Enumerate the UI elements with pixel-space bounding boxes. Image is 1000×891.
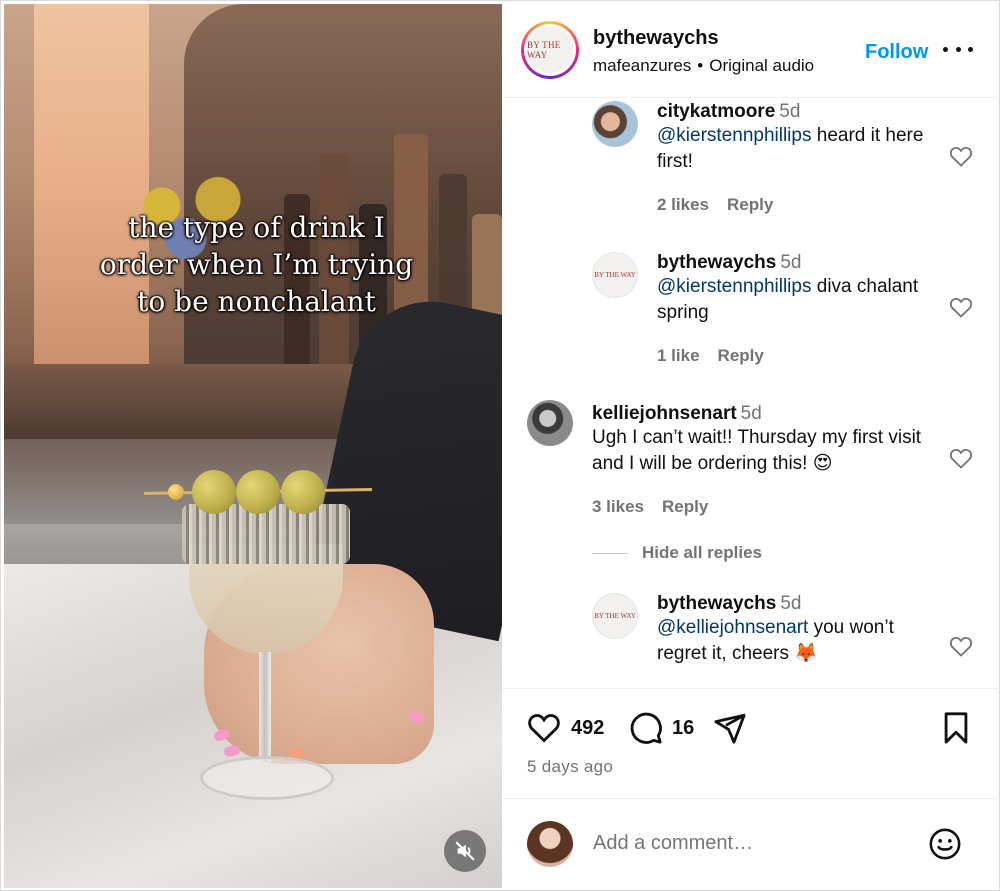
post-video[interactable]: the type of drink I order when I’m tryin… (4, 4, 502, 888)
commenter-avatar[interactable] (592, 101, 638, 147)
cocktail-glass-stem (259, 652, 271, 762)
heart-icon[interactable] (949, 145, 973, 167)
post-timestamp[interactable]: 5 days ago (527, 757, 613, 777)
comment-count[interactable]: 16 (672, 717, 694, 740)
more-icon (955, 46, 961, 52)
author-username[interactable]: bythewaychs (593, 27, 719, 50)
olive (192, 470, 236, 514)
comment-likes[interactable]: 2 likes (657, 195, 709, 214)
comment-icon[interactable] (629, 711, 663, 745)
hide-replies-label: Hide all replies (642, 543, 762, 562)
commenter-avatar[interactable] (527, 400, 573, 446)
comments-list[interactable]: citykatmoore 5d @kierstennphillips heard … (503, 98, 1000, 688)
author-avatar[interactable]: BY THE WAY (521, 21, 579, 79)
heart-icon[interactable] (527, 711, 561, 743)
video-overlay-caption: the type of drink I order when I’m tryin… (99, 211, 414, 318)
comment-input[interactable] (593, 832, 893, 855)
comment-likes[interactable]: 3 likes (592, 497, 644, 516)
comment-time: 5d (780, 593, 802, 614)
current-user-avatar (527, 821, 573, 867)
brand-logo: BY THE WAY (527, 27, 573, 73)
mute-button[interactable] (444, 830, 486, 872)
comment-username[interactable]: citykatmoore (657, 101, 775, 122)
comment-username[interactable]: bythewaychs (657, 252, 776, 273)
comment-mention[interactable]: @kelliejohnsenart (657, 617, 808, 638)
comment-time: 5d (780, 252, 802, 273)
post-header: BY THE WAY bythewaychs mafeanzures • Origi… (503, 1, 1000, 98)
like-count[interactable]: 492 (571, 717, 604, 740)
comment-time: 5d (740, 403, 762, 424)
audio-label[interactable]: Original audio (709, 56, 814, 75)
more-icon (943, 46, 948, 52)
brand-logo: BY THE WAY (594, 612, 636, 620)
comment-username[interactable]: kelliejohnsenart (592, 403, 737, 424)
brand-logo: BY THE WAY (594, 271, 636, 279)
reply-button[interactable]: Reply (718, 346, 764, 365)
commenter-avatar[interactable]: BY THE WAY (592, 593, 638, 639)
hide-replies-button[interactable]: Hide all replies (592, 543, 762, 563)
audio-author[interactable]: mafeanzures (593, 56, 691, 75)
heart-icon[interactable] (949, 296, 973, 318)
olive (281, 470, 325, 514)
mute-icon (455, 841, 475, 861)
reply-button[interactable]: Reply (662, 497, 708, 516)
reply-button[interactable]: Reply (727, 195, 773, 214)
comment-text: Ugh I can’t wait!! Thursday my first vis… (592, 427, 922, 474)
heart-icon[interactable] (949, 635, 973, 657)
more-options-button[interactable] (943, 37, 973, 61)
heart-icon[interactable] (949, 447, 973, 469)
nail (289, 748, 305, 758)
cocktail-pick-ball (168, 484, 184, 500)
post-dialog: the type of drink I order when I’m tryin… (0, 0, 1000, 891)
post-actions: 492 16 5 days ago (503, 688, 1000, 798)
cocktail-glass-foot (200, 756, 334, 800)
audio-separator: • (697, 56, 704, 75)
emoji-icon[interactable] (928, 827, 962, 861)
olive (236, 470, 280, 514)
add-comment-bar (503, 798, 1000, 891)
follow-button[interactable]: Follow (865, 41, 928, 64)
comment-likes[interactable]: 1 like (657, 346, 700, 365)
audio-info: mafeanzures • Original audio (593, 56, 814, 76)
replies-divider (592, 552, 628, 554)
bookmark-icon[interactable] (941, 711, 971, 745)
comment-mention[interactable]: @kierstennphillips (657, 276, 811, 297)
comment-mention[interactable]: @kierstennphillips (657, 125, 811, 146)
more-icon (968, 46, 973, 52)
share-icon[interactable] (713, 711, 747, 745)
comment-time: 5d (779, 101, 801, 122)
post-side-panel: BY THE WAY bythewaychs mafeanzures • Origi… (503, 1, 1000, 891)
commenter-avatar[interactable]: BY THE WAY (592, 252, 638, 298)
comment-username[interactable]: bythewaychs (657, 593, 776, 614)
